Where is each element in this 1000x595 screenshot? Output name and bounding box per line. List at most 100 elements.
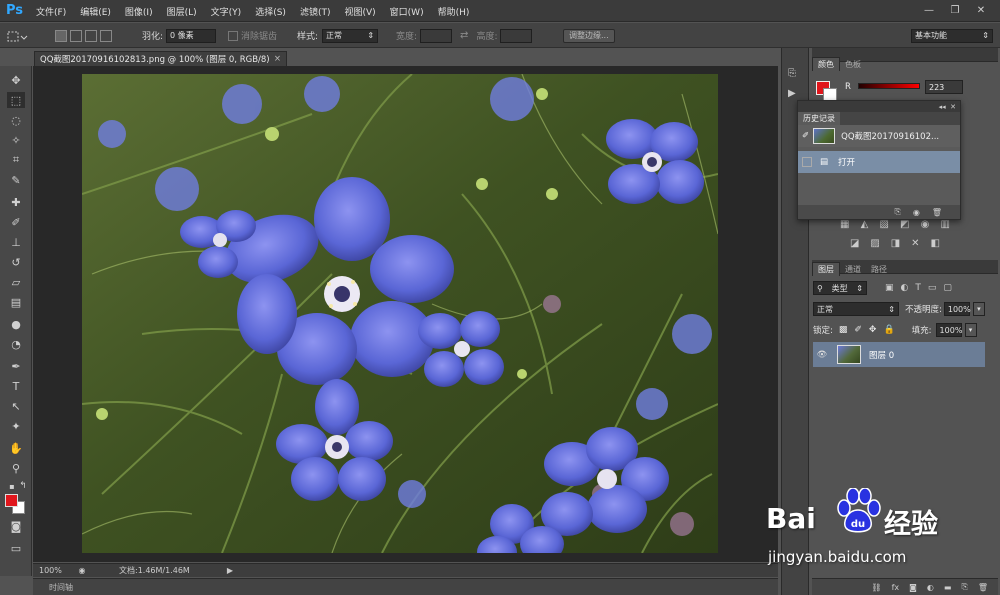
- gradient-tool-icon[interactable]: ▤: [7, 294, 25, 310]
- levels-icon[interactable]: ◭: [861, 219, 869, 230]
- close-window-button[interactable]: ✕: [970, 0, 992, 20]
- history-panel-icon[interactable]: ⎘: [788, 68, 796, 79]
- collapse-icon[interactable]: ◂◂: [939, 103, 946, 111]
- brightness-contrast-icon[interactable]: ▦: [840, 219, 849, 230]
- gradient-map-icon[interactable]: ✕: [911, 238, 919, 249]
- menu-file[interactable]: 文件(F): [36, 5, 66, 18]
- path-selection-tool-icon[interactable]: ↖: [7, 398, 25, 414]
- new-selection-icon[interactable]: [55, 29, 67, 42]
- zoom-level[interactable]: 100%: [33, 566, 75, 575]
- menu-image[interactable]: 图像(I): [125, 5, 153, 18]
- close-document-icon[interactable]: ×: [274, 54, 281, 64]
- history-snapshot[interactable]: ✐ QQ截图20170916102...: [798, 125, 960, 147]
- delete-state-icon[interactable]: 🗑: [932, 208, 942, 217]
- posterize-icon[interactable]: ▨: [870, 238, 879, 249]
- shape-tool-icon[interactable]: ✦: [7, 418, 25, 434]
- minimize-button[interactable]: —: [918, 0, 940, 20]
- new-layer-icon[interactable]: ⎘: [961, 582, 967, 592]
- vibrance-icon[interactable]: ◉: [921, 219, 930, 230]
- history-step-checkbox-icon[interactable]: [802, 157, 812, 167]
- tab-color[interactable]: 颜色: [812, 57, 840, 71]
- red-channel-value[interactable]: 223: [925, 80, 963, 94]
- new-document-from-state-icon[interactable]: ⎘: [894, 207, 900, 217]
- lasso-tool-icon[interactable]: ◌: [7, 112, 25, 128]
- menu-edit[interactable]: 编辑(E): [80, 5, 111, 18]
- eye-icon[interactable]: 👁: [813, 350, 831, 360]
- brush-tool-icon[interactable]: ✐: [7, 214, 25, 230]
- quick-mask-icon[interactable]: ◙: [7, 518, 25, 534]
- invert-icon[interactable]: ◪: [850, 238, 859, 249]
- screen-mode-icon[interactable]: ▭: [7, 540, 25, 556]
- feather-input[interactable]: 0 像素: [166, 28, 217, 43]
- antialias-checkbox[interactable]: [228, 30, 238, 41]
- document-canvas-image[interactable]: [82, 74, 718, 553]
- workspace-select[interactable]: 基本功能 ⇕: [911, 28, 993, 43]
- height-input[interactable]: [500, 28, 533, 43]
- timeline-panel[interactable]: 时间轴: [33, 578, 778, 595]
- tab-paths[interactable]: 路径: [866, 263, 892, 276]
- tab-layers[interactable]: 图层: [812, 262, 840, 276]
- fill-input[interactable]: 100%: [935, 323, 962, 337]
- selective-color-icon[interactable]: ◧: [931, 238, 940, 249]
- swap-colors-icon[interactable]: ↰: [14, 478, 32, 494]
- color-balance-icon[interactable]: ▥: [941, 219, 950, 230]
- layer-row[interactable]: 👁 图层 0: [813, 342, 985, 367]
- layer-style-icon[interactable]: fx: [892, 583, 900, 592]
- tab-swatches[interactable]: 色板: [840, 58, 866, 71]
- eraser-tool-icon[interactable]: ▱: [7, 274, 25, 290]
- dodge-tool-icon[interactable]: ◔: [7, 336, 25, 352]
- opacity-dropdown-icon[interactable]: ▾: [972, 302, 985, 316]
- move-tool-icon[interactable]: ✥: [7, 72, 25, 88]
- swap-dimensions-icon[interactable]: ⇄: [460, 30, 468, 41]
- menu-filter[interactable]: 滤镜(T): [300, 5, 331, 18]
- menu-help[interactable]: 帮助(H): [438, 5, 470, 18]
- style-select[interactable]: 正常 ⇕: [322, 28, 379, 43]
- link-layers-icon[interactable]: ⛓: [871, 583, 881, 592]
- type-tool-icon[interactable]: T: [7, 378, 25, 394]
- history-brush-source-icon[interactable]: ✐: [802, 131, 809, 141]
- menu-select[interactable]: 选择(S): [255, 5, 286, 18]
- adjustment-layer-icon[interactable]: ◐: [927, 583, 934, 592]
- new-group-icon[interactable]: ▬: [944, 583, 952, 592]
- zoom-tool-icon[interactable]: ⚲: [7, 460, 25, 476]
- intersect-selection-icon[interactable]: [100, 29, 112, 42]
- close-panel-icon[interactable]: ✕: [950, 103, 956, 111]
- menu-window[interactable]: 窗口(W): [390, 5, 424, 18]
- exposure-icon[interactable]: ◩: [900, 219, 909, 230]
- width-input[interactable]: [420, 28, 453, 43]
- menu-view[interactable]: 视图(V): [344, 5, 375, 18]
- history-panel[interactable]: ◂◂ ✕ 历史记录 ✐ QQ截图20170916102... ▤ 打开 ⎘ ◉ …: [797, 100, 961, 220]
- delete-layer-icon[interactable]: 🗑: [978, 583, 988, 592]
- history-panel-titlebar[interactable]: ◂◂ ✕: [798, 101, 960, 112]
- opacity-input[interactable]: 100%: [943, 302, 971, 316]
- blur-tool-icon[interactable]: ●: [7, 316, 25, 332]
- restore-button[interactable]: ❐: [944, 0, 966, 20]
- marquee-preset-picker[interactable]: [6, 29, 28, 44]
- layer-filter-select[interactable]: ⚲ 类型 ⇕: [813, 281, 867, 295]
- refine-edge-button[interactable]: 调整边缘...: [563, 28, 615, 43]
- foreground-color-swatch[interactable]: [5, 494, 18, 507]
- add-selection-icon[interactable]: [70, 29, 82, 42]
- document-tab[interactable]: QQ截图20170916102813.png @ 100% (图层 0, RGB…: [34, 51, 287, 66]
- new-snapshot-icon[interactable]: ◉: [913, 208, 920, 217]
- clone-stamp-tool-icon[interactable]: ⊥: [7, 234, 25, 250]
- tab-channels[interactable]: 通道: [840, 263, 866, 276]
- lock-icons[interactable]: ▩✐✥🔒: [839, 325, 902, 335]
- history-brush-tool-icon[interactable]: ↺: [7, 254, 25, 270]
- layer-mask-icon[interactable]: ◙: [909, 583, 917, 592]
- menu-type[interactable]: 文字(Y): [211, 5, 242, 18]
- actions-panel-icon[interactable]: ▶: [788, 88, 796, 99]
- status-info-icon[interactable]: ◉: [75, 566, 89, 575]
- tab-history[interactable]: 历史记录: [798, 112, 840, 125]
- healing-brush-tool-icon[interactable]: ✚: [7, 194, 25, 210]
- pen-tool-icon[interactable]: ✒: [7, 358, 25, 374]
- magic-wand-tool-icon[interactable]: ✧: [7, 132, 25, 148]
- eyedropper-tool-icon[interactable]: ✎: [7, 172, 25, 188]
- history-step[interactable]: ▤ 打开: [798, 151, 960, 173]
- curves-icon[interactable]: ▧: [879, 219, 888, 230]
- menu-layer[interactable]: 图层(L): [167, 5, 197, 18]
- hand-tool-icon[interactable]: ✋: [7, 440, 25, 456]
- blend-mode-select[interactable]: 正常 ⇕: [813, 302, 899, 316]
- fill-dropdown-icon[interactable]: ▾: [964, 323, 977, 337]
- status-menu-arrow-icon[interactable]: ▶: [223, 566, 237, 575]
